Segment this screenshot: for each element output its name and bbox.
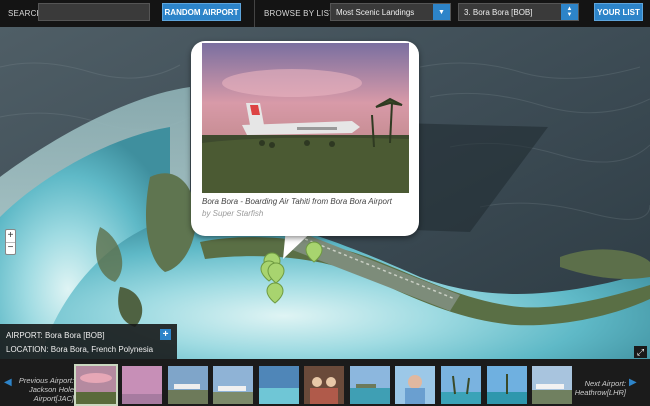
airport-row: AIRPORT: Bora Bora [BOB]: [6, 329, 171, 343]
add-to-list-button[interactable]: +: [160, 329, 171, 340]
thumbnail-image: [304, 366, 344, 404]
thumbnail[interactable]: [122, 366, 162, 404]
thumbnail[interactable]: [487, 366, 527, 404]
zoom-out-button[interactable]: −: [6, 243, 15, 255]
location-row: LOCATION: Bora Bora, French Polynesia: [6, 343, 171, 357]
airport-select[interactable]: 3. Bora Bora [BOB] ▲ ▼: [458, 3, 579, 21]
up-down-arrows-icon: ▲ ▼: [561, 4, 578, 20]
thumbnail-image: [487, 366, 527, 404]
thumbnail[interactable]: [350, 366, 390, 404]
thumbnail-image: [213, 366, 253, 404]
airport-value: Bora Bora [BOB]: [44, 331, 105, 340]
popup-caption: Bora Bora - Boarding Air Tahiti from Bor…: [202, 197, 392, 206]
thumbnail-image: [350, 366, 390, 404]
browse-by-list-label: BROWSE BY LIST: [264, 9, 335, 18]
previous-arrow-icon[interactable]: ◀: [4, 377, 12, 388]
satellite-map[interactable]: Bora Bora - Boarding Air Tahiti from Bor…: [0, 27, 650, 359]
popup-credit[interactable]: by Super Starfish: [202, 209, 263, 218]
fullscreen-icon[interactable]: ⤢: [634, 346, 647, 358]
thumbnail[interactable]: [259, 366, 299, 404]
thumbnail-image: [532, 366, 572, 404]
next-arrow-icon[interactable]: ▶: [629, 377, 637, 388]
thumbnail[interactable]: [168, 366, 208, 404]
thumbnail[interactable]: [532, 366, 572, 404]
thumbnail-image: [122, 366, 162, 404]
thumbnail-image: [76, 366, 116, 404]
list-select[interactable]: Most Scenic Landings ▼: [330, 3, 451, 21]
thumbnail[interactable]: [441, 366, 481, 404]
photo-popup[interactable]: Bora Bora - Boarding Air Tahiti from Bor…: [191, 41, 419, 236]
list-select-value: Most Scenic Landings: [336, 7, 415, 17]
thumbnail-image: [395, 366, 435, 404]
thumbnail[interactable]: [74, 364, 118, 406]
thumbnail-image: [168, 366, 208, 404]
your-list-button[interactable]: YOUR LIST: [594, 3, 643, 21]
thumbnail-image: [441, 366, 481, 404]
next-airport-link[interactable]: Next Airport: Heathrow[LHR]: [568, 379, 626, 397]
search-input[interactable]: [38, 3, 150, 21]
thumbnail-image: [259, 366, 299, 404]
random-airport-button[interactable]: RANDOM AIRPORT: [162, 3, 241, 21]
thumbnail[interactable]: [304, 366, 344, 404]
chevron-down-icon: ▼: [433, 4, 450, 20]
photo-strip: ◀ Previous Airport: Jackson Hole Airport…: [0, 359, 650, 406]
airport-select-value: 3. Bora Bora [BOB]: [464, 7, 533, 17]
zoom-control: + −: [5, 229, 16, 255]
previous-airport-link[interactable]: Previous Airport: Jackson Hole Airport[J…: [14, 376, 74, 403]
thumbnail[interactable]: [395, 366, 435, 404]
top-toolbar: SEARCH: RANDOM AIRPORT BROWSE BY LIST Mo…: [0, 0, 650, 27]
zoom-in-button[interactable]: +: [6, 230, 15, 243]
airport-info-box: AIRPORT: Bora Bora [BOB] LOCATION: Bora …: [0, 324, 177, 359]
airport-label: AIRPORT:: [6, 331, 43, 340]
popup-photo[interactable]: [202, 43, 409, 193]
location-value: Bora Bora, French Polynesia: [50, 345, 154, 354]
airplane-photo: [202, 43, 409, 193]
toolbar-divider: [254, 0, 255, 27]
location-label: LOCATION:: [6, 345, 49, 354]
thumbnail[interactable]: [213, 366, 253, 404]
